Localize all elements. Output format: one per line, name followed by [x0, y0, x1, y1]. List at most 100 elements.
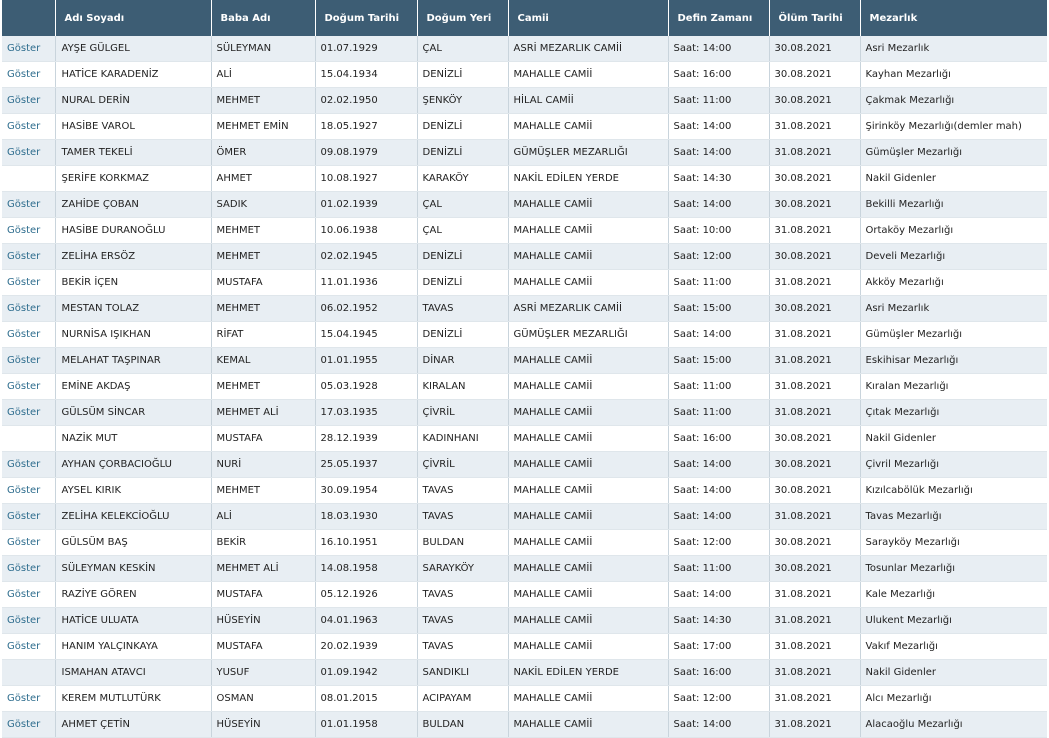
cell-cemetery: Eskihisar Mezarlığı	[860, 347, 1047, 374]
header-burial-time[interactable]: Defin Zamanı	[668, 0, 770, 36]
cell-father: MEHMET	[211, 217, 316, 244]
cell-mosque: MAHALLE CAMİİ	[508, 451, 669, 478]
cell-name: NURAL DERİN	[55, 87, 212, 114]
cell-action: Göster	[2, 581, 56, 608]
cell-father: MEHMET EMİN	[211, 113, 316, 140]
show-link[interactable]: Göster	[7, 563, 40, 574]
cell-mosque: MAHALLE CAMİİ	[508, 113, 669, 140]
cell-death-date: 30.08.2021	[769, 36, 861, 62]
cell-action	[2, 659, 56, 686]
cell-cemetery: Akköy Mezarlığı	[860, 269, 1047, 296]
show-link[interactable]: Göster	[7, 693, 40, 704]
cell-cemetery: Asri Mezarlık	[860, 295, 1047, 322]
cell-cemetery: Tavas Mezarlığı	[860, 503, 1047, 530]
cell-birth-date: 02.02.1950	[315, 87, 418, 114]
table-row: NAZİK MUT MUSTAFA 28.12.1939 KADINHANI MAHAL…	[2, 425, 1047, 452]
cell-name: HANIM YALÇINKAYA	[55, 633, 212, 660]
cell-name: MELAHAT TAŞPINAR	[55, 347, 212, 374]
cell-action: Göster	[2, 347, 56, 374]
cell-mosque: MAHALLE CAMİİ	[508, 633, 669, 660]
cell-birth-date: 15.04.1945	[315, 321, 418, 348]
cell-birth-place: DENİZLİ	[417, 269, 509, 296]
cell-birth-place: ÇİVRİL	[417, 451, 509, 478]
cell-death-date: 30.08.2021	[769, 243, 861, 270]
show-link[interactable]: Göster	[7, 537, 40, 548]
cell-mosque: MAHALLE CAMİİ	[508, 581, 669, 608]
cell-cemetery: Nakil Gidenler	[860, 165, 1047, 192]
show-link[interactable]: Göster	[7, 511, 40, 522]
cell-burial-time: Saat: 14:00	[668, 711, 770, 738]
table-row: Göster KEREM MUTLUTÜRK OSMAN 08.01.2015 ACIP…	[2, 685, 1047, 712]
cell-burial-time: Saat: 14:00	[668, 321, 770, 348]
cell-death-date: 30.08.2021	[769, 555, 861, 582]
cell-father: HÜSEYİN	[211, 711, 316, 738]
header-name[interactable]: Adı Soyadı	[55, 0, 212, 36]
show-link[interactable]: Göster	[7, 303, 40, 314]
table-row: Göster AYSEL KIRIK MEHMET 30.09.1954 TAVAS MA…	[2, 477, 1047, 504]
header-birth-place[interactable]: Doğum Yeri	[417, 0, 509, 36]
table-row: ISMAHAN ATAVCI YUSUF 01.09.1942 SANDIKLI NAK…	[2, 659, 1047, 686]
show-link[interactable]: Göster	[7, 95, 40, 106]
cell-action: Göster	[2, 113, 56, 140]
table-row: Göster GÜLSÜM SİNCAR MEHMET ALİ 17.03.1935 Ç…	[2, 399, 1047, 426]
cell-burial-time: Saat: 15:00	[668, 347, 770, 374]
show-link[interactable]: Göster	[7, 329, 40, 340]
cell-father: AHMET	[211, 165, 316, 192]
show-link[interactable]: Göster	[7, 147, 40, 158]
cell-mosque: GÜMÜŞLER MEZARLIĞI	[508, 139, 669, 166]
show-link[interactable]: Göster	[7, 355, 40, 366]
cell-birth-place: DENİZLİ	[417, 321, 509, 348]
cell-death-date: 31.08.2021	[769, 659, 861, 686]
cell-cemetery: Nakil Gidenler	[860, 659, 1047, 686]
show-link[interactable]: Göster	[7, 615, 40, 626]
cell-father: ALİ	[211, 61, 316, 88]
cell-burial-time: Saat: 15:00	[668, 295, 770, 322]
cell-action: Göster	[2, 191, 56, 218]
header-father[interactable]: Baba Adı	[211, 0, 316, 36]
cell-birth-date: 17.03.1935	[315, 399, 418, 426]
cell-birth-place: ÇİVRİL	[417, 399, 509, 426]
cell-name: AYŞE GÜLGEL	[55, 36, 212, 62]
show-link[interactable]: Göster	[7, 485, 40, 496]
cell-mosque: GÜMÜŞLER MEZARLIĞI	[508, 321, 669, 348]
cell-birth-date: 02.02.1945	[315, 243, 418, 270]
show-link[interactable]: Göster	[7, 199, 40, 210]
table-row: Göster GÜLSÜM BAŞ BEKİR 16.10.1951 BULDAN MAH…	[2, 529, 1047, 556]
show-link[interactable]: Göster	[7, 459, 40, 470]
show-link[interactable]: Göster	[7, 277, 40, 288]
show-link[interactable]: Göster	[7, 381, 40, 392]
cell-action: Göster	[2, 633, 56, 660]
show-link[interactable]: Göster	[7, 69, 40, 80]
cell-death-date: 31.08.2021	[769, 269, 861, 296]
cell-birth-date: 01.01.1958	[315, 711, 418, 738]
cell-birth-date: 28.12.1939	[315, 425, 418, 452]
cell-burial-time: Saat: 14:00	[668, 191, 770, 218]
cell-burial-time: Saat: 12:00	[668, 685, 770, 712]
cell-death-date: 31.08.2021	[769, 607, 861, 634]
show-link[interactable]: Göster	[7, 641, 40, 652]
header-mosque[interactable]: Camii	[508, 0, 669, 36]
cell-name: MESTAN TOLAZ	[55, 295, 212, 322]
table-row: Göster ZELİHA ERSÖZ MEHMET 02.02.1945 DENİZL…	[2, 243, 1047, 270]
table-row: Göster ZELİHA KELEKCİOĞLU ALİ 18.03.1930 TAV…	[2, 503, 1047, 530]
header-birth-date[interactable]: Doğum Tarihi	[315, 0, 418, 36]
show-link[interactable]: Göster	[7, 407, 40, 418]
show-link[interactable]: Göster	[7, 43, 40, 54]
header-cemetery[interactable]: Mezarlık	[860, 0, 1047, 36]
table-row: Göster SÜLEYMAN KESKİN MEHMET ALİ 14.08.195…	[2, 555, 1047, 582]
cell-birth-place: KARAKÖY	[417, 165, 509, 192]
cell-name: ZELİHA ERSÖZ	[55, 243, 212, 270]
cell-birth-date: 04.01.1963	[315, 607, 418, 634]
header-death-date[interactable]: Ölüm Tarihi	[769, 0, 861, 36]
table-row: Göster AYHAN ÇORBACIOĞLU NURİ 25.05.1937 ÇİV…	[2, 451, 1047, 478]
cell-birth-place: TAVAS	[417, 633, 509, 660]
show-link[interactable]: Göster	[7, 589, 40, 600]
show-link[interactable]: Göster	[7, 225, 40, 236]
show-link[interactable]: Göster	[7, 719, 40, 730]
cell-death-date: 30.08.2021	[769, 61, 861, 88]
table-row: Göster RAZİYE GÖREN MUSTAFA 05.12.1926 TAVAS…	[2, 581, 1047, 608]
show-link[interactable]: Göster	[7, 121, 40, 132]
cell-action: Göster	[2, 607, 56, 634]
show-link[interactable]: Göster	[7, 251, 40, 262]
cell-death-date: 31.08.2021	[769, 321, 861, 348]
